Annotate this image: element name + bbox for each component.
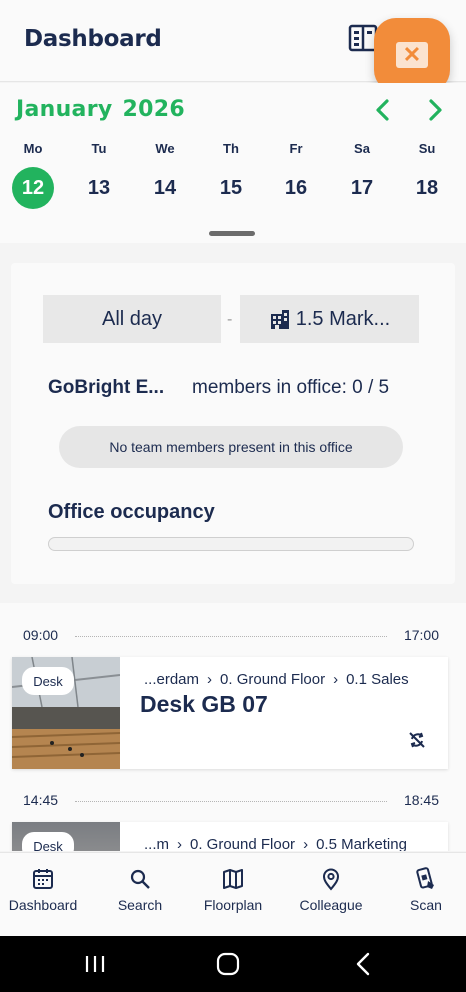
chevron-right-icon: ›: [207, 671, 213, 688]
weekday-label: Tu: [91, 141, 107, 156]
year-label: 2026: [122, 97, 185, 122]
month-name: January: [16, 97, 113, 122]
system-navigation-bar: [0, 936, 466, 992]
location-breadcrumb: ...erdam › 0. Ground Floor › 0.1 Sales: [144, 671, 409, 688]
booking-start-time: 14:45: [23, 792, 59, 808]
booking-end-time: 18:45: [403, 792, 439, 808]
bookings-list: 09:00 17:00 Desk ...erdam › 0. Ground Fl…: [0, 603, 466, 851]
day-cell[interactable]: 13: [78, 167, 120, 209]
occupancy-progress-bar: [48, 537, 414, 551]
weekday-label: Sa: [354, 141, 370, 156]
month-label: January 2026: [16, 97, 185, 122]
desk-photo: Desk: [12, 822, 120, 851]
time-divider: [75, 801, 387, 802]
weekday-label: Mo: [23, 141, 43, 156]
resource-name: Desk GB 07: [140, 691, 268, 717]
search-icon: [130, 869, 150, 889]
scan-phone-icon: [416, 867, 434, 889]
nav-scan-label: Scan: [410, 897, 442, 913]
time-filter-button[interactable]: All day: [43, 295, 221, 343]
team-name: GoBright E...: [48, 377, 165, 398]
nav-dashboard[interactable]: Dashboard: [0, 867, 89, 913]
close-icon: ✕: [396, 42, 428, 68]
sync-disabled-icon: [409, 732, 425, 748]
week-calendar: January 2026 Mo Tu We Th Fr Sa Su 12 13 1…: [0, 83, 466, 243]
day-cell[interactable]: 14: [144, 167, 186, 209]
team-presence-card: All day - 1.5 Mark... GoBright E... memb…: [11, 263, 455, 584]
time-divider: [75, 636, 387, 637]
nav-colleague[interactable]: Colleague: [285, 867, 377, 913]
booking-end-time: 17:00: [403, 627, 439, 643]
nav-dashboard-label: Dashboard: [8, 897, 78, 913]
booking-card[interactable]: Desk ...erdam › 0. Ground Floor › 0.1 Sales …: [12, 657, 448, 769]
location-pin-icon: [322, 868, 340, 891]
close-fab-button[interactable]: ✕: [374, 18, 450, 92]
nav-floorplan-label: Floorplan: [203, 897, 263, 913]
nav-scan[interactable]: Scan: [380, 867, 466, 913]
crumb-floor: 0. Ground Floor: [220, 671, 326, 688]
booking-card[interactable]: Desk ...m › 0. Ground Floor › 0.5 Marketing: [12, 822, 448, 851]
previous-week-icon[interactable]: [372, 97, 394, 123]
crumb-building: ...m: [144, 836, 169, 851]
weekday-header: Mo Tu We Th Fr Sa Su: [0, 141, 466, 161]
booking-start-time: 09:00: [23, 627, 59, 643]
day-cell[interactable]: 17: [341, 167, 383, 209]
drag-handle[interactable]: [209, 231, 255, 236]
chevron-right-icon: ›: [177, 836, 182, 851]
filter-separator: -: [227, 311, 233, 328]
occupancy-title: Office occupancy: [48, 501, 215, 523]
calendar-icon: [33, 869, 53, 889]
crumb-area: 0.1 Sales: [346, 671, 409, 688]
building-icon: [270, 310, 289, 329]
weekday-label: Th: [223, 141, 239, 156]
weekday-label: We: [155, 141, 175, 156]
nav-search[interactable]: Search: [94, 867, 186, 913]
bottom-navigation: Dashboard Search Floorplan Colleague Sca…: [0, 852, 466, 936]
resource-type-tag: Desk: [22, 667, 74, 695]
weekday-label: Fr: [289, 141, 303, 156]
time-filter-label: All day: [101, 307, 163, 330]
booking-time-row: 09:00 17:00: [23, 627, 439, 647]
nav-colleague-label: Colleague: [299, 897, 363, 913]
next-week-icon[interactable]: [424, 97, 446, 123]
map-icon: [223, 869, 243, 889]
chevron-right-icon: ›: [303, 836, 309, 851]
weekday-label: Su: [418, 141, 436, 156]
location-breadcrumb: ...m › 0. Ground Floor › 0.5 Marketing: [144, 836, 407, 851]
back-icon[interactable]: [344, 948, 384, 980]
day-cell[interactable]: 18: [406, 167, 448, 209]
crumb-floor: 0. Ground Floor: [190, 836, 296, 851]
resource-type-tag: Desk: [22, 832, 74, 851]
day-cell[interactable]: 16: [275, 167, 317, 209]
crumb-area: 0.5 Marketing: [316, 836, 407, 851]
desk-photo: Desk: [12, 657, 120, 769]
building-filter-label: 1.5 Mark...: [295, 307, 391, 330]
day-cell-selected[interactable]: 12: [12, 167, 54, 209]
empty-team-message: No team members present in this office: [59, 426, 403, 468]
recent-apps-icon[interactable]: [75, 948, 115, 980]
booking-time-row: 14:45 18:45: [23, 792, 439, 812]
day-cell[interactable]: 15: [210, 167, 252, 209]
empty-team-text: No team members present in this office: [109, 439, 353, 455]
chevron-right-icon: ›: [333, 671, 339, 688]
team-presence-row: GoBright E... members in office: 0 / 5: [48, 377, 428, 399]
nav-floorplan[interactable]: Floorplan: [187, 867, 279, 913]
building-filter-button[interactable]: 1.5 Mark...: [240, 295, 419, 343]
page-title: Dashboard: [24, 26, 162, 52]
crumb-building: ...erdam: [144, 671, 200, 688]
day-row: 12 13 14 15 16 17 18: [0, 167, 466, 209]
members-count: members in office: 0 / 5: [192, 377, 390, 398]
nav-search-label: Search: [117, 897, 163, 913]
home-icon[interactable]: [208, 948, 248, 980]
